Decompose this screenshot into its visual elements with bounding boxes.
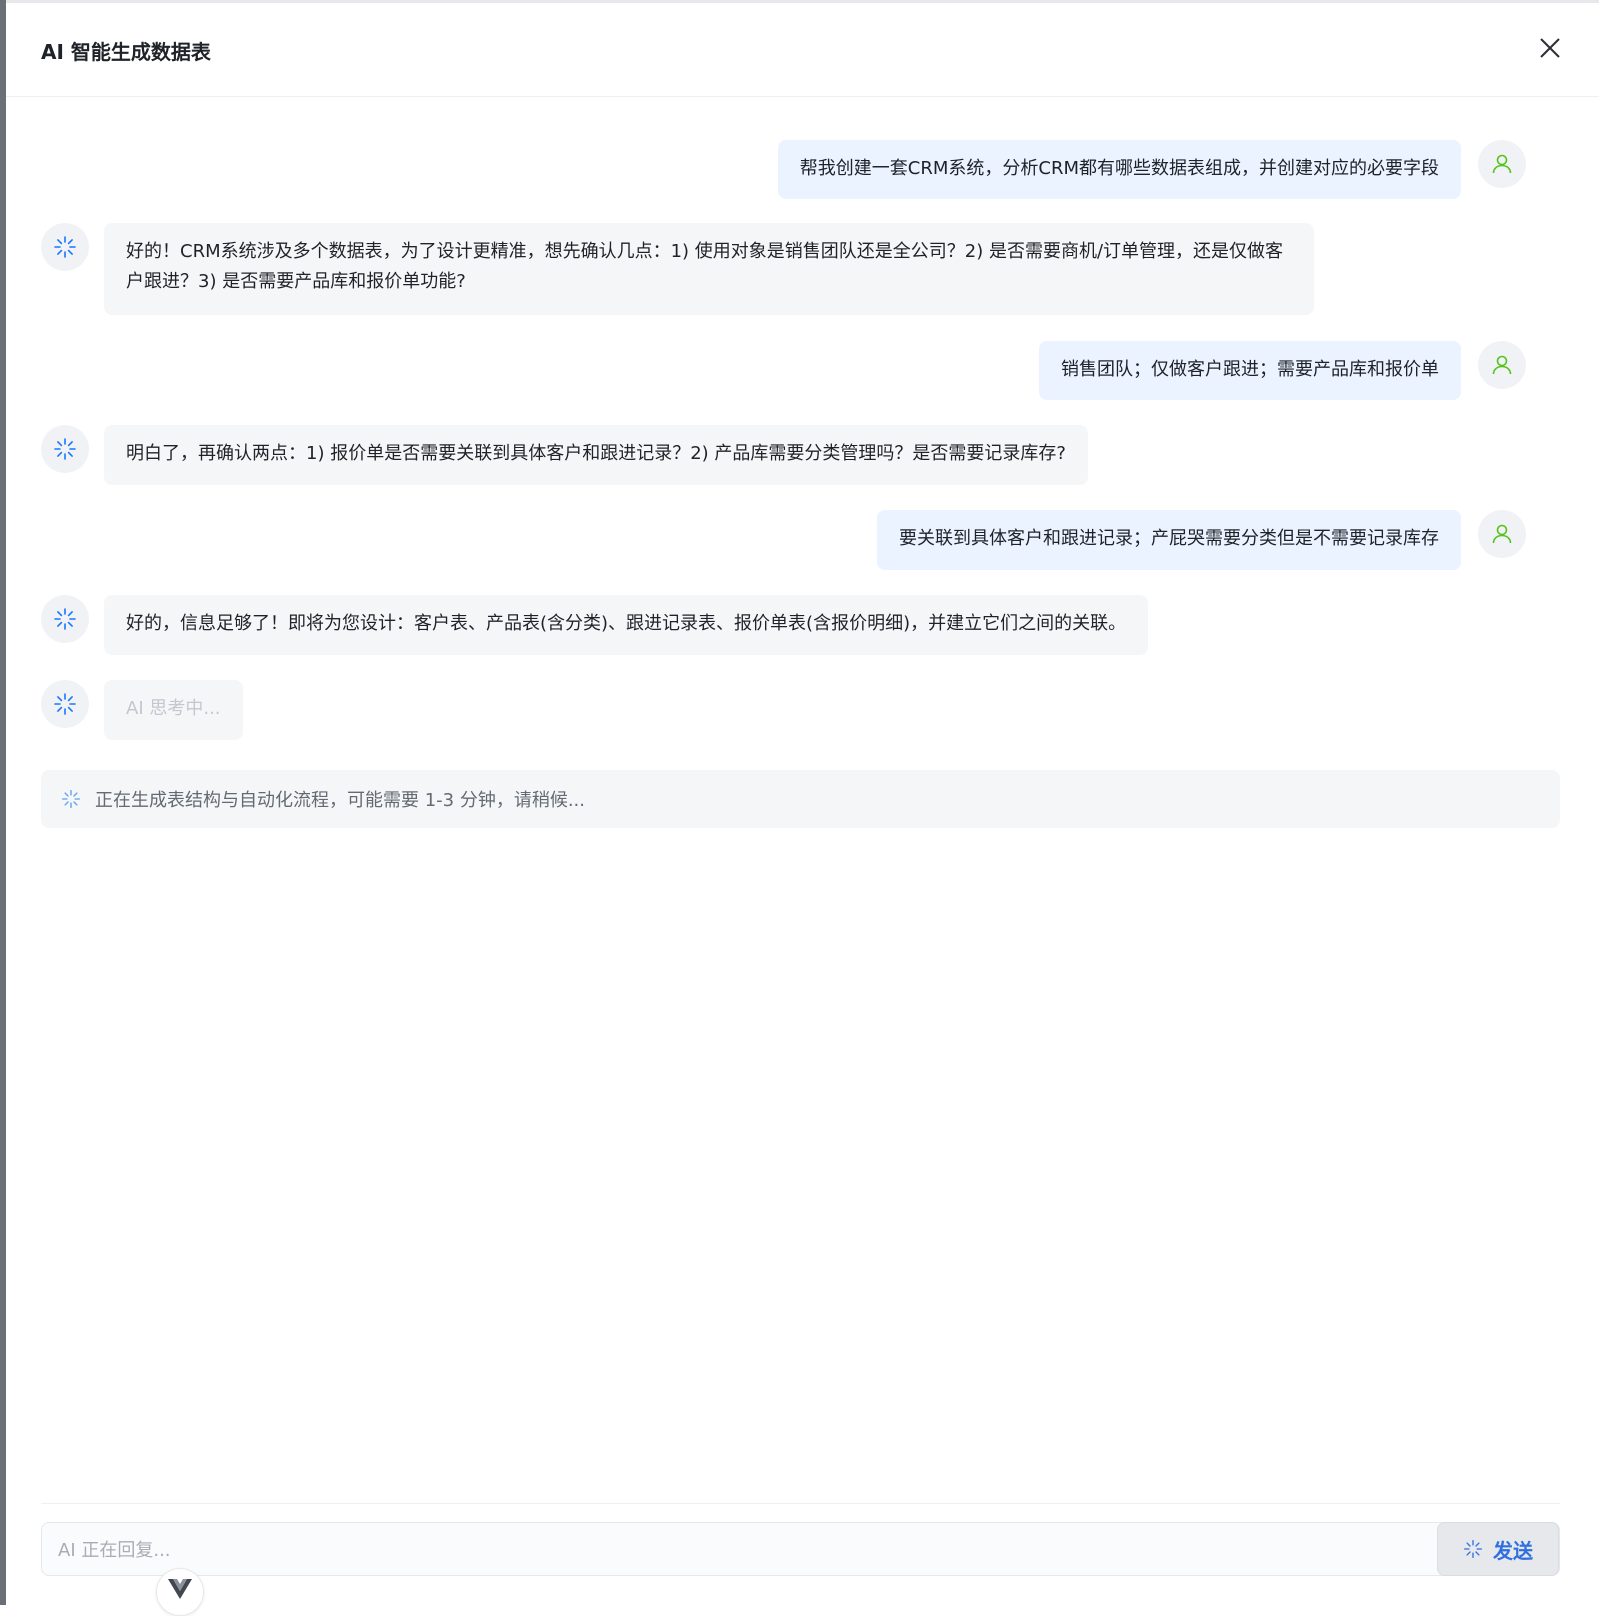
user-avatar xyxy=(1478,341,1526,389)
composer-divider xyxy=(41,1503,1560,1504)
status-spinner-wrap xyxy=(61,789,81,809)
ai-avatar xyxy=(41,680,89,728)
user-message-bubble: 帮我创建一套CRM系统，分析CRM都有哪些数据表组成，并创建对应的必要字段 xyxy=(777,140,1461,199)
ai-thinking-bubble: AI 思考中... xyxy=(104,680,243,740)
ai-avatar xyxy=(41,425,89,473)
sparkle-spinner-icon xyxy=(54,608,76,630)
close-icon xyxy=(1540,38,1560,58)
ai-avatar xyxy=(41,595,89,643)
send-button[interactable]: 发送 xyxy=(1437,1522,1559,1576)
ai-message-bubble: 好的！CRM系统涉及多个数据表，为了设计更精准，想先确认几点：1) 使用对象是销… xyxy=(104,223,1314,315)
user-icon xyxy=(1492,524,1512,544)
generation-status-bar: 正在生成表结构与自动化流程，可能需要 1-3 分钟，请稍候... xyxy=(41,770,1560,828)
vue-devtools-badge[interactable] xyxy=(156,1568,204,1616)
ai-avatar xyxy=(41,223,89,271)
sparkle-spinner-icon xyxy=(54,236,76,258)
sparkle-spinner-icon xyxy=(62,790,81,808)
composer: 发送 xyxy=(41,1522,1560,1577)
user-message-bubble: 要关联到具体客户和跟进记录；产屁哭需要分类但是不需要记录库存 xyxy=(877,510,1461,570)
user-avatar xyxy=(1478,140,1526,188)
loading-spinner-icon xyxy=(1464,1540,1482,1558)
message-input[interactable] xyxy=(56,1523,1440,1577)
sparkle-spinner-icon xyxy=(54,693,76,715)
vue-logo-icon xyxy=(168,1579,192,1599)
dialog-header: AI 智能生成数据表 xyxy=(6,3,1599,97)
user-message-bubble: 销售团队；仅做客户跟进；需要产品库和报价单 xyxy=(1039,341,1461,400)
user-icon xyxy=(1492,154,1512,174)
ai-message-bubble: 明白了，再确认两点：1) 报价单是否需要关联到具体客户和跟进记录？2) 产品库需… xyxy=(104,425,1088,485)
dialog-title: AI 智能生成数据表 xyxy=(41,40,211,64)
ai-message-bubble: 好的，信息足够了！即将为您设计：客户表、产品表(含分类)、跟进记录表、报价单表(… xyxy=(104,595,1149,655)
close-button[interactable] xyxy=(1534,33,1566,65)
send-label: 发送 xyxy=(1493,1538,1533,1563)
user-avatar xyxy=(1478,510,1526,558)
user-icon xyxy=(1492,355,1512,375)
ai-generate-table-dialog: AI 智能生成数据表 帮我创建一套CRM系统，分析CRM都有哪些数据表组成，并创… xyxy=(6,3,1599,1616)
status-text: 正在生成表结构与自动化流程，可能需要 1-3 分钟，请稍候... xyxy=(95,790,586,811)
sparkle-spinner-icon xyxy=(54,438,76,460)
